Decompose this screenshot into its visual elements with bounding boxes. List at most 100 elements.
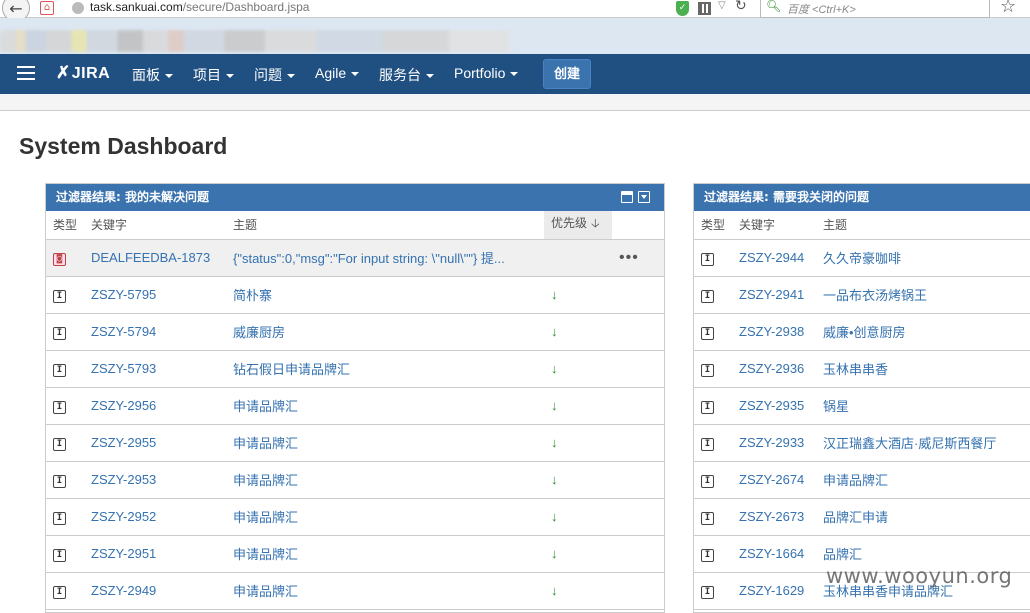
issue-summary-link[interactable]: 钻石假日申请品牌汇: [233, 359, 350, 378]
issue-key-link[interactable]: ZSZY-2933: [739, 435, 804, 450]
table-row[interactable]: I ZSZY-2936 玉林串串香: [694, 350, 1030, 388]
task-type-icon[interactable]: I: [53, 290, 66, 303]
table-row[interactable]: I ZSZY-2941 一品布衣汤烤锅王: [694, 276, 1030, 314]
issue-summary-link[interactable]: 申请品牌汇: [233, 581, 298, 600]
task-type-icon[interactable]: I: [701, 475, 714, 488]
task-type-icon[interactable]: I: [53, 549, 66, 562]
task-type-icon[interactable]: I: [701, 364, 714, 377]
task-type-icon[interactable]: I: [53, 401, 66, 414]
issue-key-link[interactable]: ZSZY-2949: [91, 583, 156, 598]
issue-summary-link[interactable]: 威廉•创意厨房: [823, 325, 906, 340]
table-row[interactable]: I ZSZY-2953 申请品牌汇 ↓: [46, 461, 664, 499]
table-row[interactable]: I ZSZY-2956 申请品牌汇 ↓: [46, 387, 664, 425]
site-identity-icon[interactable]: ⌂: [40, 1, 54, 15]
issue-summary-link[interactable]: 申请品牌汇: [233, 507, 298, 526]
issue-key-link[interactable]: ZSZY-1664: [739, 546, 804, 561]
table-row[interactable]: I ZSZY-2935 锅星: [694, 387, 1030, 425]
issue-summary-link[interactable]: 简朴寨: [233, 285, 272, 304]
issue-summary-link[interactable]: {"status":0,"msg":"For input string: \"n…: [233, 248, 505, 267]
nav-projects[interactable]: 项目: [193, 65, 234, 85]
issue-key-link[interactable]: ZSZY-2935: [739, 398, 804, 413]
qr-code-icon[interactable]: [698, 2, 711, 15]
table-row[interactable]: I ZSZY-2949 申请品牌汇 ↓: [46, 572, 664, 610]
browser-search-input[interactable]: 🔍︎ 百度 <Ctrl+K>: [760, 0, 990, 18]
issue-key-link[interactable]: DEALFEEDBA-1873: [91, 250, 210, 265]
jira-logo[interactable]: ✗JIRA: [56, 63, 110, 83]
issue-key-link[interactable]: ZSZY-5793: [91, 361, 156, 376]
issue-key-link[interactable]: ZSZY-2951: [91, 546, 156, 561]
gadget-title[interactable]: 过滤器结果: 需要我关闭的问题: [704, 190, 869, 204]
table-row[interactable]: I ZSZY-2951 申请品牌汇 ↓: [46, 535, 664, 573]
shield-icon[interactable]: ✓: [676, 1, 689, 16]
col-type[interactable]: 类型: [694, 211, 732, 240]
task-type-icon[interactable]: I: [701, 549, 714, 562]
bookmark-star-icon[interactable]: ☆: [1000, 0, 1016, 17]
table-row[interactable]: I ZSZY-2674 申请品牌汇: [694, 461, 1030, 499]
bug-type-icon[interactable]: ◙: [53, 253, 66, 266]
issue-key-link[interactable]: ZSZY-2941: [739, 287, 804, 302]
issue-summary-link[interactable]: 申请品牌汇: [233, 544, 298, 563]
table-row[interactable]: I ZSZY-2933 汉正瑞鑫大酒店·威尼斯西餐厅: [694, 424, 1030, 462]
task-type-icon[interactable]: I: [701, 586, 714, 599]
issue-key-link[interactable]: ZSZY-2674: [739, 472, 804, 487]
reload-icon[interactable]: ↻: [735, 0, 747, 14]
issue-key-link[interactable]: ZSZY-5795: [91, 287, 156, 302]
issue-key-link[interactable]: ZSZY-2956: [91, 398, 156, 413]
col-key[interactable]: 关键字: [84, 211, 226, 240]
issue-summary-link[interactable]: 品牌汇: [823, 547, 862, 562]
table-row[interactable]: I ZSZY-2952 申请品牌汇 ↓: [46, 498, 664, 536]
issue-summary-link[interactable]: 品牌汇申请: [823, 510, 888, 525]
table-row[interactable]: I ZSZY-5795 简朴寨 ↓: [46, 276, 664, 314]
issue-summary-link[interactable]: 申请品牌汇: [233, 396, 298, 415]
issue-summary-link[interactable]: 玉林串串香: [823, 362, 888, 377]
nav-dashboards[interactable]: 面板: [132, 65, 173, 85]
task-type-icon[interactable]: I: [53, 586, 66, 599]
table-row[interactable]: I ZSZY-2955 申请品牌汇 ↓: [46, 424, 664, 462]
task-type-icon[interactable]: I: [701, 327, 714, 340]
task-type-icon[interactable]: I: [53, 475, 66, 488]
task-type-icon[interactable]: I: [701, 253, 714, 266]
issue-key-link[interactable]: ZSZY-2955: [91, 435, 156, 450]
dropdown-icon[interactable]: ▽: [718, 0, 726, 11]
task-type-icon[interactable]: I: [53, 364, 66, 377]
issue-summary-link[interactable]: 锅星: [823, 399, 849, 414]
issue-summary-link[interactable]: 威廉厨房: [233, 322, 285, 341]
issue-summary-link[interactable]: 申请品牌汇: [233, 433, 298, 452]
table-row[interactable]: ◙ DEALFEEDBA-1873 {"status":0,"msg":"For i…: [46, 239, 664, 277]
col-summary[interactable]: 主题: [226, 211, 544, 240]
nav-portfolio[interactable]: Portfolio: [454, 65, 519, 81]
nav-agile[interactable]: Agile: [315, 65, 360, 81]
issue-summary-link[interactable]: 一品布衣汤烤锅王: [823, 288, 927, 303]
col-summary[interactable]: 主题: [816, 211, 1030, 240]
gadget-menu-icon[interactable]: [638, 191, 650, 203]
issue-key-link[interactable]: ZSZY-1629: [739, 583, 804, 598]
nav-service-desk[interactable]: 服务台: [379, 65, 434, 85]
issue-summary-link[interactable]: 申请品牌汇: [233, 470, 298, 489]
issue-key-link[interactable]: ZSZY-2952: [91, 509, 156, 524]
url-field[interactable]: task.sankuai.com/secure/Dashboard.jspa: [90, 0, 309, 14]
create-button[interactable]: 创建: [543, 59, 591, 89]
issue-key-link[interactable]: ZSZY-2938: [739, 324, 804, 339]
issue-key-link[interactable]: ZSZY-5794: [91, 324, 156, 339]
col-priority[interactable]: 优先级 🡣: [544, 211, 612, 240]
table-row[interactable]: I ZSZY-5794 威廉厨房 ↓: [46, 313, 664, 351]
task-type-icon[interactable]: I: [701, 438, 714, 451]
maximize-icon[interactable]: [621, 191, 633, 203]
issue-summary-link[interactable]: 汉正瑞鑫大酒店·威尼斯西餐厅: [823, 436, 996, 451]
task-type-icon[interactable]: I: [53, 512, 66, 525]
issue-key-link[interactable]: ZSZY-2673: [739, 509, 804, 524]
gadget-title[interactable]: 过滤器结果: 我的未解决问题: [56, 190, 209, 204]
task-type-icon[interactable]: I: [701, 512, 714, 525]
issue-key-link[interactable]: ZSZY-2944: [739, 250, 804, 265]
task-type-icon[interactable]: I: [53, 438, 66, 451]
issue-key-link[interactable]: ZSZY-2953: [91, 472, 156, 487]
menu-icon[interactable]: [17, 66, 35, 80]
table-row[interactable]: I ZSZY-2944 久久帝豪咖啡: [694, 239, 1030, 277]
issue-summary-link[interactable]: 申请品牌汇: [823, 473, 888, 488]
nav-issues[interactable]: 问题: [254, 65, 295, 85]
task-type-icon[interactable]: I: [53, 327, 66, 340]
col-key[interactable]: 关键字: [732, 211, 816, 240]
issue-summary-link[interactable]: 久久帝豪咖啡: [823, 251, 901, 266]
more-actions-icon[interactable]: •••: [619, 249, 639, 266]
task-type-icon[interactable]: I: [701, 401, 714, 414]
